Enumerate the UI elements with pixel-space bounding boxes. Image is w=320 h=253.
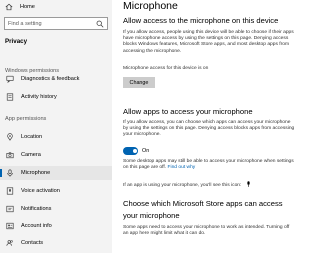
app-permissions-header: App permissions: [5, 116, 47, 122]
sidebar-item-location[interactable]: Location: [0, 130, 112, 144]
sidebar-item-label: Microphone: [21, 170, 51, 176]
location-icon: [6, 133, 14, 141]
search-input[interactable]: [8, 19, 96, 29]
feedback-icon: [6, 75, 14, 83]
apps-access-toggle[interactable]: [123, 147, 138, 155]
store-apps-heading-line1: Choose which Microsoft Store apps can ac…: [123, 199, 283, 208]
desktop-apps-note: Some desktop apps may still be able to a…: [123, 159, 295, 171]
search-icon[interactable]: [96, 20, 104, 28]
sidebar-item-account-info[interactable]: Account info: [0, 219, 112, 233]
device-access-heading: Allow access to the microphone on this d…: [123, 16, 279, 25]
sidebar-item-label: Account info: [21, 223, 52, 229]
home-link[interactable]: Home: [20, 4, 35, 10]
sidebar-item-label: Camera: [21, 152, 41, 158]
sidebar-item-camera[interactable]: Camera: [0, 148, 112, 162]
store-apps-description: Some apps need to access your microphone…: [123, 225, 290, 237]
camera-icon: [6, 151, 14, 159]
sidebar: Home Privacy Windows permissions Diagnos…: [0, 0, 112, 253]
home-icon[interactable]: [5, 3, 13, 11]
contacts-icon: [6, 239, 14, 247]
icon-hint: If an app is using your microphone, you'…: [123, 181, 295, 189]
device-access-description: If you allow access, people using this d…: [123, 30, 294, 54]
store-apps-heading-line2: your microphone: [123, 211, 180, 220]
find-out-why-link[interactable]: Find out why: [168, 165, 196, 170]
toggle-label: On: [142, 147, 150, 154]
device-access-status: Microphone access for this device is on: [123, 66, 209, 71]
apps-access-description: If you allow access, you can choose whic…: [123, 120, 295, 138]
desktop-apps-note-text: Some desktop apps may still be able to a…: [123, 159, 294, 171]
sidebar-item-diagnostics[interactable]: Diagnostics & feedback: [0, 72, 112, 86]
search-box[interactable]: [4, 17, 108, 30]
sidebar-item-label: Diagnostics & feedback: [21, 76, 80, 82]
sidebar-item-label: Location: [21, 134, 43, 140]
sidebar-item-label: Contacts: [21, 240, 44, 246]
microphone-icon: [247, 181, 250, 187]
page-title: Microphone: [123, 0, 178, 12]
icon-hint-text: If an app is using your microphone, you'…: [123, 183, 242, 188]
sidebar-item-microphone[interactable]: Microphone: [0, 166, 112, 180]
voice-activation-icon: [6, 187, 14, 195]
activity-history-icon: [6, 93, 14, 101]
sidebar-item-voice-activation[interactable]: Voice activation: [0, 184, 112, 198]
section-title: Privacy: [5, 38, 28, 45]
microphone-icon: [6, 169, 14, 177]
sidebar-item-label: Notifications: [21, 206, 52, 212]
sidebar-item-label: Activity history: [21, 94, 57, 100]
notifications-icon: [6, 205, 14, 213]
sidebar-item-notifications[interactable]: Notifications: [0, 202, 112, 216]
change-button[interactable]: Change: [123, 77, 155, 88]
apps-access-toggle-row[interactable]: On: [123, 147, 149, 155]
apps-access-heading: Allow apps to access your microphone: [123, 107, 253, 116]
account-info-icon: [6, 222, 14, 230]
sidebar-item-label: Voice activation: [21, 188, 60, 194]
sidebar-item-contacts[interactable]: Contacts: [0, 236, 112, 250]
sidebar-item-activity-history[interactable]: Activity history: [0, 90, 112, 104]
